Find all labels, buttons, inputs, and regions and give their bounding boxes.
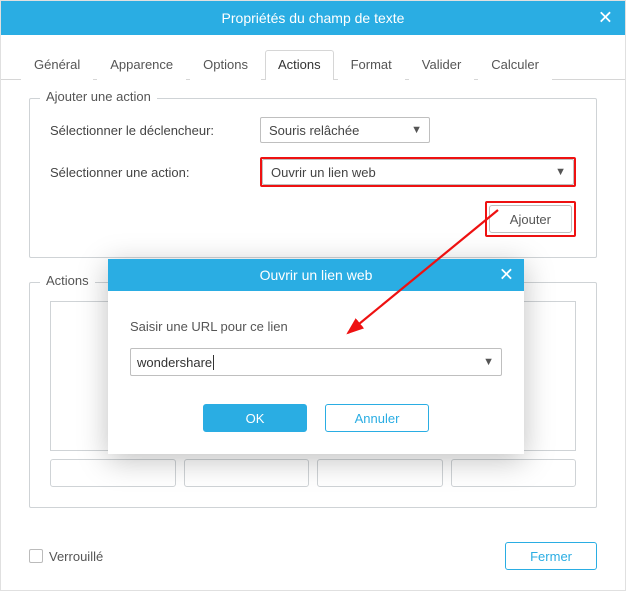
tab-calculate[interactable]: Calculer	[478, 50, 552, 80]
ok-button[interactable]: OK	[203, 404, 307, 432]
action-list-btn-1[interactable]	[50, 459, 176, 487]
action-select[interactable]	[262, 159, 574, 185]
trigger-select-wrap: ▼	[260, 117, 430, 143]
inner-dialog-title: Ouvrir un lien web	[260, 267, 373, 283]
locked-checkbox-wrap[interactable]: Verrouillé	[29, 549, 103, 564]
dialog-title: Propriétés du champ de texte	[222, 10, 405, 26]
tab-general[interactable]: Général	[21, 50, 93, 80]
action-list-btn-2[interactable]	[184, 459, 310, 487]
tab-options[interactable]: Options	[190, 50, 261, 80]
url-input-value: wondershare	[137, 355, 212, 370]
inner-dialog-body: Saisir une URL pour ce lien wondershare …	[108, 291, 524, 454]
add-action-fieldset: Ajouter une action Sélectionner le décle…	[29, 98, 597, 258]
url-input[interactable]: wondershare	[130, 348, 502, 376]
action-row: Sélectionner une action: ▼	[50, 157, 576, 187]
url-prompt: Saisir une URL pour ce lien	[130, 319, 502, 334]
trigger-select[interactable]	[260, 117, 430, 143]
trigger-row: Sélectionner le déclencheur: ▼	[50, 117, 576, 143]
cancel-button[interactable]: Annuler	[325, 404, 429, 432]
dialog-footer: Verrouillé Fermer	[29, 542, 597, 570]
add-button[interactable]: Ajouter	[489, 205, 572, 233]
actions-buttons-row	[50, 459, 576, 487]
add-action-legend: Ajouter une action	[40, 89, 157, 104]
actions-legend: Actions	[40, 273, 95, 288]
locked-label: Verrouillé	[49, 549, 103, 564]
close-icon[interactable]: ✕	[598, 8, 613, 29]
inner-dialog-titlebar[interactable]: Ouvrir un lien web ✕	[108, 259, 524, 291]
tab-validate[interactable]: Valider	[409, 50, 475, 80]
close-icon[interactable]: ✕	[499, 265, 514, 286]
locked-checkbox[interactable]	[29, 549, 43, 563]
add-button-row: Ajouter	[50, 201, 576, 237]
tab-appearance[interactable]: Apparence	[97, 50, 186, 80]
action-list-btn-3[interactable]	[317, 459, 443, 487]
action-select-wrap: ▼	[260, 157, 576, 187]
dialog-titlebar[interactable]: Propriétés du champ de texte ✕	[1, 1, 625, 35]
text-cursor	[213, 355, 214, 370]
close-button[interactable]: Fermer	[505, 542, 597, 570]
tabs-bar: Général Apparence Options Actions Format…	[1, 35, 625, 80]
url-input-wrap: wondershare ▼	[130, 348, 502, 376]
add-button-highlight: Ajouter	[485, 201, 576, 237]
open-weblink-dialog: Ouvrir un lien web ✕ Saisir une URL pour…	[108, 259, 524, 454]
tab-actions[interactable]: Actions	[265, 50, 334, 80]
tab-format[interactable]: Format	[338, 50, 405, 80]
trigger-label: Sélectionner le déclencheur:	[50, 123, 260, 138]
action-label: Sélectionner une action:	[50, 165, 260, 180]
action-list-btn-4[interactable]	[451, 459, 577, 487]
inner-dialog-buttons: OK Annuler	[130, 404, 502, 432]
